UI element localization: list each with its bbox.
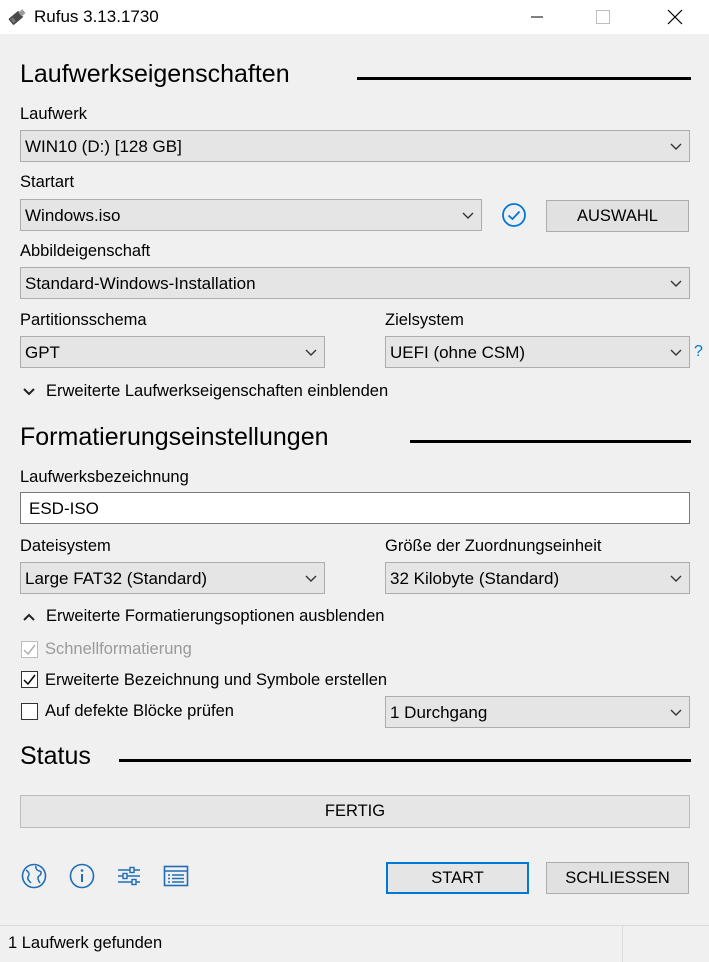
progress-bar: FERTIG — [20, 795, 690, 828]
maximize-icon — [596, 10, 610, 24]
usb-drive-icon — [8, 9, 26, 25]
status-bar-divider — [622, 925, 623, 962]
section-divider — [410, 440, 691, 443]
minimize-icon — [531, 16, 543, 18]
partition-scheme-label: Partitionsschema — [20, 311, 147, 329]
drive-properties-heading: Laufwerkseigenschaften — [20, 60, 290, 88]
partition-scheme-value: GPT — [25, 343, 60, 362]
status-heading: Status — [20, 742, 91, 770]
device-label: Laufwerk — [20, 105, 87, 123]
filesystem-value: Large FAT32 (Standard) — [25, 569, 208, 588]
chevron-down-icon — [670, 349, 682, 356]
advanced-format-toggle-label: Erweiterte Formatierungsoptionen ausblen… — [46, 607, 385, 625]
close-icon — [667, 9, 683, 25]
format-options-heading: Formatierungseinstellungen — [20, 423, 329, 451]
advanced-drive-toggle[interactable]: Erweiterte Laufwerkseigenschaften einble… — [22, 382, 388, 401]
volume-label-input[interactable]: ESD-ISO — [20, 492, 690, 524]
boot-selection-label: Startart — [20, 173, 75, 191]
check-circle-icon[interactable] — [501, 202, 527, 228]
bad-blocks-checkbox[interactable] — [21, 703, 38, 720]
settings-sliders-icon[interactable] — [115, 862, 143, 890]
passes-select[interactable]: 1 Durchgang — [385, 696, 690, 728]
passes-value: 1 Durchgang — [390, 703, 488, 722]
advanced-format-toggle[interactable]: Erweiterte Formatierungsoptionen ausblen… — [22, 607, 384, 626]
quick-format-checkbox[interactable] — [21, 641, 38, 658]
help-link[interactable]: ? — [694, 343, 703, 361]
section-divider — [119, 759, 691, 762]
chevron-down-icon — [670, 143, 682, 150]
info-icon[interactable] — [68, 862, 96, 890]
chevron-down-icon — [305, 575, 317, 582]
maximize-button[interactable] — [580, 0, 626, 34]
close-window-button[interactable] — [652, 0, 698, 34]
filesystem-select[interactable]: Large FAT32 (Standard) — [20, 562, 325, 594]
cluster-size-value: 32 Kilobyte (Standard) — [390, 569, 560, 588]
boot-selection-select[interactable]: Windows.iso — [20, 199, 482, 231]
target-system-select[interactable]: UEFI (ohne CSM) — [385, 336, 690, 368]
chevron-down-icon — [305, 349, 317, 356]
chevron-down-icon — [23, 387, 35, 395]
status-bar: 1 Laufwerk gefunden — [0, 925, 709, 962]
globe-icon[interactable] — [20, 862, 48, 890]
extended-label-label: Erweiterte Bezeichnung und Symbole erste… — [45, 671, 388, 689]
quick-format-label: Schnellformatierung — [45, 640, 192, 658]
image-option-value: Standard-Windows-Installation — [25, 274, 256, 293]
chevron-down-icon — [462, 212, 474, 219]
image-option-select[interactable]: Standard-Windows-Installation — [20, 267, 690, 299]
chevron-down-icon — [670, 575, 682, 582]
close-button[interactable]: SCHLIESSEN — [546, 862, 689, 894]
chevron-down-icon — [670, 280, 682, 287]
cluster-size-select[interactable]: 32 Kilobyte (Standard) — [385, 562, 690, 594]
device-select[interactable]: WIN10 (D:) [128 GB] — [20, 130, 690, 162]
extended-label-checkbox[interactable] — [21, 671, 38, 688]
status-bar-text: 1 Laufwerk gefunden — [8, 934, 163, 952]
volume-label-value: ESD-ISO — [29, 499, 99, 518]
window-title: Rufus 3.13.1730 — [34, 7, 159, 26]
volume-label-label: Laufwerksbezeichnung — [20, 468, 189, 486]
boot-selection-value: Windows.iso — [25, 206, 121, 225]
advanced-drive-toggle-label: Erweiterte Laufwerkseigenschaften einble… — [46, 382, 389, 400]
start-button[interactable]: START — [386, 862, 529, 894]
cluster-size-label: Größe der Zuordnungseinheit — [385, 537, 602, 555]
partition-scheme-select[interactable]: GPT — [20, 336, 325, 368]
chevron-down-icon — [670, 709, 682, 716]
section-divider — [357, 77, 691, 80]
chevron-up-icon — [23, 613, 35, 621]
filesystem-label: Dateisystem — [20, 537, 111, 555]
bad-blocks-label: Auf defekte Blöcke prüfen — [45, 702, 234, 720]
log-icon[interactable] — [162, 862, 190, 890]
checkmark-icon — [23, 674, 36, 686]
select-image-button[interactable]: AUSWAHL — [546, 200, 689, 232]
target-system-value: UEFI (ohne CSM) — [390, 343, 526, 362]
minimize-button[interactable] — [514, 0, 560, 34]
image-option-label: Abbildeigenschaft — [20, 242, 151, 260]
checkmark-icon — [23, 644, 36, 656]
device-value: WIN10 (D:) [128 GB] — [25, 137, 182, 156]
target-system-label: Zielsystem — [385, 311, 464, 329]
